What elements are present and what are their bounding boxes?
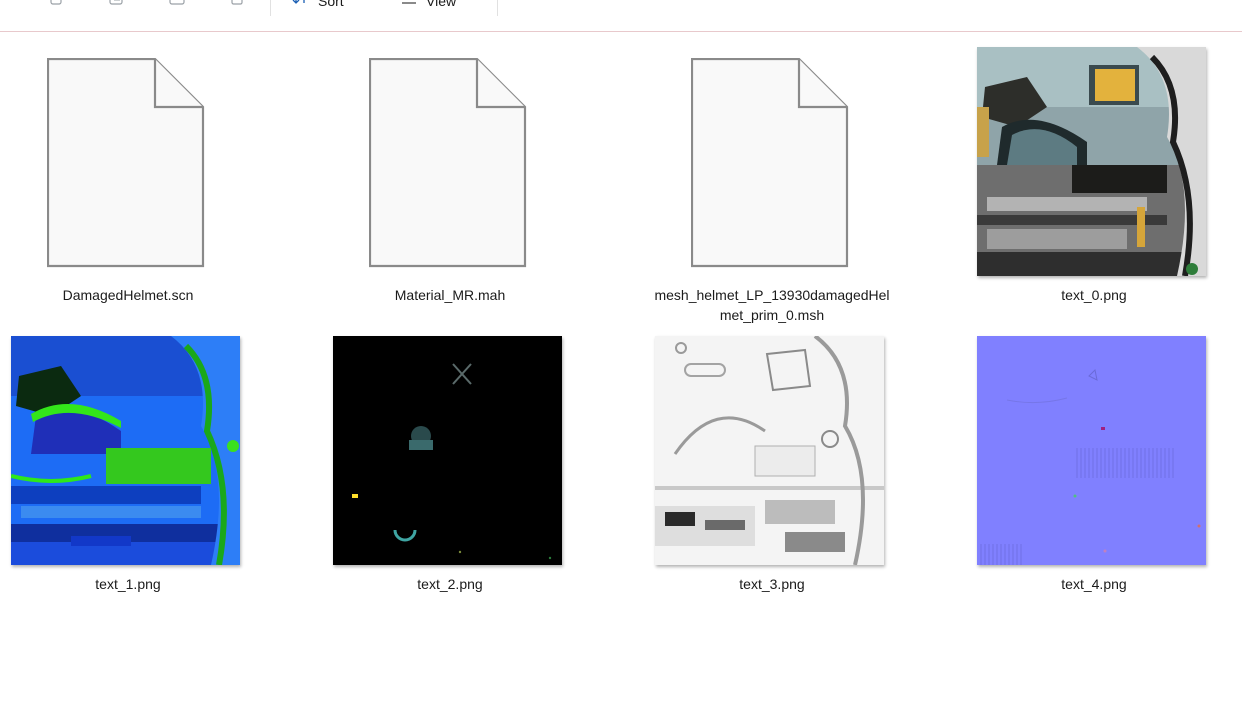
sort-label: Sort	[318, 0, 344, 9]
view-button[interactable]: View	[400, 0, 456, 9]
file-name: text_3.png	[739, 576, 805, 592]
view-label: View	[426, 0, 457, 9]
copy-icon[interactable]	[48, 0, 66, 8]
file-item-text-4-png[interactable]: text_4.png	[954, 335, 1234, 595]
file-item-text-3-png[interactable]: text_3.png	[632, 335, 912, 595]
file-item-mesh-msh[interactable]: mesh_helmet_LP_13930damagedHelmet_prim_0…	[632, 46, 912, 326]
file-name: DamagedHelmet.scn	[62, 287, 194, 303]
toolbar-separator	[497, 0, 498, 16]
image-thumbnail	[11, 336, 240, 565]
file-name: text_1.png	[95, 576, 161, 592]
sort-icon	[292, 0, 305, 4]
delete-icon[interactable]	[228, 0, 246, 8]
image-thumbnail	[333, 336, 562, 565]
file-name: Material_MR.mah	[394, 287, 506, 303]
share-icon[interactable]	[168, 0, 186, 8]
file-item-damagedhelmet-scn[interactable]: DamagedHelmet.scn	[0, 46, 268, 303]
file-name: text_0.png	[1061, 287, 1127, 303]
file-name: text_2.png	[417, 576, 483, 592]
file-item-text-2-png[interactable]: text_2.png	[310, 335, 590, 595]
view-icon	[402, 2, 416, 4]
generic-file-icon	[369, 58, 527, 268]
sort-button[interactable]: Sort	[292, 0, 344, 9]
toolbar-separator	[270, 0, 271, 16]
command-bar: Sort View	[0, 0, 1242, 32]
paste-icon[interactable]	[108, 0, 126, 8]
image-thumbnail	[977, 336, 1206, 565]
file-name: text_4.png	[1061, 576, 1127, 592]
file-item-material-mr-mah[interactable]: Material_MR.mah	[310, 46, 590, 303]
generic-file-icon	[47, 58, 205, 268]
image-thumbnail	[977, 47, 1206, 276]
file-item-text-0-png[interactable]: text_0.png	[954, 46, 1234, 303]
file-name: mesh_helmet_LP_13930damagedHelmet_prim_0…	[654, 287, 890, 323]
image-thumbnail	[655, 336, 884, 565]
generic-file-icon	[691, 58, 849, 268]
file-item-text-1-png[interactable]: text_1.png	[0, 335, 268, 595]
